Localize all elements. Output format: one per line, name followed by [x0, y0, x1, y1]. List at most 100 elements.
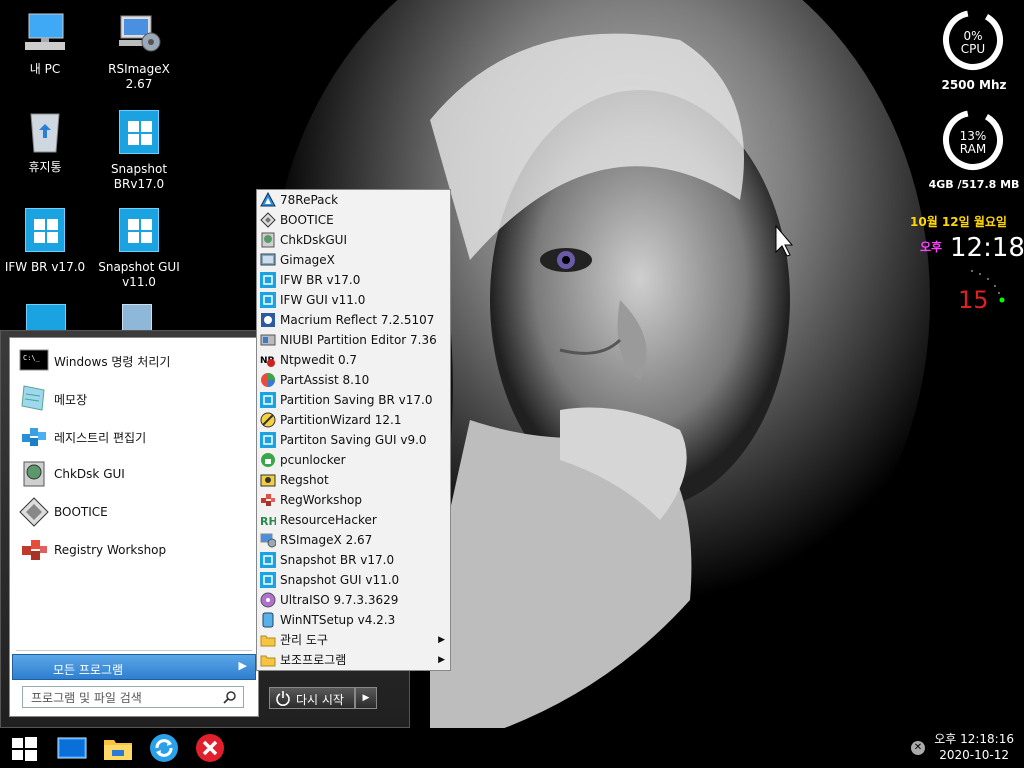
submenu-item-label: 보조프로그램: [280, 653, 347, 667]
folder-icon: [260, 632, 276, 648]
all-programs-button[interactable]: 모든 프로그램 ▶: [12, 654, 256, 680]
app-icon-partial[interactable]: [122, 304, 152, 330]
windows-tile-icon: [115, 208, 163, 256]
submenu-item[interactable]: RH ResourceHacker: [257, 510, 450, 530]
submenu-item[interactable]: Macrium Reflect 7.2.5107: [257, 310, 450, 330]
submenu-item[interactable]: Partition Saving BR v17.0: [257, 390, 450, 410]
submenu-item[interactable]: UltraISO 9.7.3.3629: [257, 590, 450, 610]
submenu-item[interactable]: PartAssist 8.10: [257, 370, 450, 390]
submenu-item[interactable]: ChkDskGUI: [257, 230, 450, 250]
submenu-item[interactable]: BOOTICE: [257, 210, 450, 230]
pinned-item-bootice[interactable]: BOOTICE: [12, 494, 256, 530]
macrium-icon: [260, 312, 276, 328]
power-icon: [276, 691, 290, 706]
ram-gauge: 13% RAM: [941, 108, 1005, 172]
submenu-item-label: 78RePack: [280, 193, 339, 207]
taskbar-file-explorer[interactable]: [102, 732, 134, 764]
close-icon[interactable]: ✕: [911, 741, 925, 755]
desktop-icon-rsimagex[interactable]: RSImageX 2.67: [94, 10, 184, 92]
search-box[interactable]: [22, 686, 244, 708]
submenu-item-label: Macrium Reflect 7.2.5107: [280, 313, 435, 327]
pinned-item-label: BOOTICE: [54, 505, 108, 519]
submenu-item-label: Ntpwedit 0.7: [280, 353, 358, 367]
desktop-icon-label: RSImageX 2.67: [108, 62, 170, 91]
desktop-icon-snapshot-gui[interactable]: Snapshot GUI v11.0: [94, 206, 184, 290]
submenu-item[interactable]: Snapshot GUI v11.0: [257, 570, 450, 590]
submenu-item[interactable]: IFW GUI v11.0: [257, 290, 450, 310]
submenu-item-label: UltraISO 9.7.3.3629: [280, 593, 399, 607]
submenu-item[interactable]: 78RePack: [257, 190, 450, 210]
ntpwedit-icon: NP: [260, 352, 276, 368]
cpu-percent: 0%: [963, 29, 983, 43]
submenu-item-label: Partiton Saving GUI v9.0: [280, 433, 427, 447]
taskbar-refresh-app[interactable]: [148, 732, 180, 764]
resourcehacker-icon: RH: [260, 512, 278, 528]
taskbar-monitor-app[interactable]: [56, 732, 88, 764]
pinned-item-cmd[interactable]: C:\_ Windows 명령 처리기: [12, 342, 256, 378]
submenu-item[interactable]: Snapshot BR v17.0: [257, 550, 450, 570]
desktop-icon-snapshot-br[interactable]: Snapshot BRv17.0: [94, 108, 184, 192]
submenu-item[interactable]: PartitionWizard 12.1: [257, 410, 450, 430]
submenu-item[interactable]: RSImageX 2.67: [257, 530, 450, 550]
pinned-item-notepad[interactable]: 메모장: [12, 380, 256, 416]
windows-tile-icon: [260, 572, 276, 588]
monitor-icon: [57, 737, 87, 759]
submenu-item[interactable]: 관리 도구 ▶: [257, 630, 450, 650]
pinned-item-regedit[interactable]: 레지스트리 편집기: [12, 418, 256, 454]
ultraiso-icon: [260, 592, 276, 608]
cpu-label: CPU: [960, 42, 986, 56]
shutdown-options-button[interactable]: ▶: [355, 687, 377, 709]
submenu-item[interactable]: NP Ntpwedit 0.7: [257, 350, 450, 370]
chevron-right-icon: ▶: [438, 635, 445, 645]
windows-tile-icon: [21, 208, 69, 256]
restart-label: 다시 시작: [296, 693, 344, 707]
file-explorer-icon: [104, 740, 132, 760]
windows-tile-icon[interactable]: [26, 304, 66, 330]
start-button[interactable]: [8, 732, 40, 764]
submenu-item[interactable]: NIUBI Partition Editor 7.36: [257, 330, 450, 350]
submenu-item-label: IFW GUI v11.0: [280, 293, 366, 307]
pinned-item-registry-workshop[interactable]: Registry Workshop: [12, 532, 256, 568]
gimagex-icon: [260, 252, 276, 268]
ram-label: RAM: [959, 142, 987, 156]
submenu-item[interactable]: pcunlocker: [257, 450, 450, 470]
taskbar-close-app[interactable]: [194, 732, 226, 764]
partitionwizard-icon: [260, 412, 276, 428]
cpu-frequency: 2500 Mhz: [941, 78, 1007, 92]
desktop-icon-this-pc[interactable]: 내 PC: [0, 10, 90, 77]
submenu-item[interactable]: IFW BR v17.0: [257, 270, 450, 290]
windows-tile-icon: [260, 432, 276, 448]
windows-start-icon: [12, 737, 37, 761]
desktop-icon-label: Snapshot BRv17.0: [110, 162, 168, 191]
desktop-icon-recycle-bin[interactable]: 휴지통: [0, 108, 90, 175]
pinned-item-chkdsk[interactable]: ChkDsk GUI: [12, 456, 256, 492]
submenu-item-label: GimageX: [280, 253, 335, 267]
search-icon[interactable]: [223, 690, 237, 704]
regshot-icon: [260, 472, 276, 488]
restart-button[interactable]: 다시 시작: [269, 687, 355, 709]
taskbar-clock[interactable]: 오후 12:18:16 2020-10-12: [934, 731, 1014, 763]
windows-tile-icon: [115, 110, 163, 158]
winntsetup-icon: [260, 612, 276, 628]
submenu-item[interactable]: WinNTSetup v4.2.3: [257, 610, 450, 630]
ram-percent: 13%: [959, 129, 987, 143]
submenu-item[interactable]: Partiton Saving GUI v9.0: [257, 430, 450, 450]
submenu-item-label: PartAssist 8.10: [280, 373, 370, 387]
desktop-icon-ifw-br[interactable]: IFW BR v17.0: [0, 206, 90, 275]
submenu-item[interactable]: 보조프로그램 ▶: [257, 650, 450, 670]
windows-tile-icon: [260, 552, 276, 568]
submenu-item[interactable]: Regshot: [257, 470, 450, 490]
desktop-icon-label: 내 PC: [29, 62, 61, 76]
submenu-item[interactable]: GimageX: [257, 250, 450, 270]
seconds-arc-dots: [971, 270, 1005, 303]
search-input[interactable]: [29, 688, 223, 708]
submenu-item[interactable]: RegWorkshop: [257, 490, 450, 510]
regedit-icon: [22, 428, 46, 446]
all-programs-label: 모든 프로그램: [53, 663, 124, 677]
submenu-item-label: RegWorkshop: [280, 493, 363, 507]
desktop-icon-label: Snapshot GUI v11.0: [98, 260, 180, 289]
cpu-gauge: 0% CPU: [941, 8, 1005, 72]
windows-tile-icon: [260, 392, 276, 408]
submenu-item-label: WinNTSetup v4.2.3: [280, 613, 396, 627]
submenu-item-label: Partition Saving BR v17.0: [280, 393, 433, 407]
